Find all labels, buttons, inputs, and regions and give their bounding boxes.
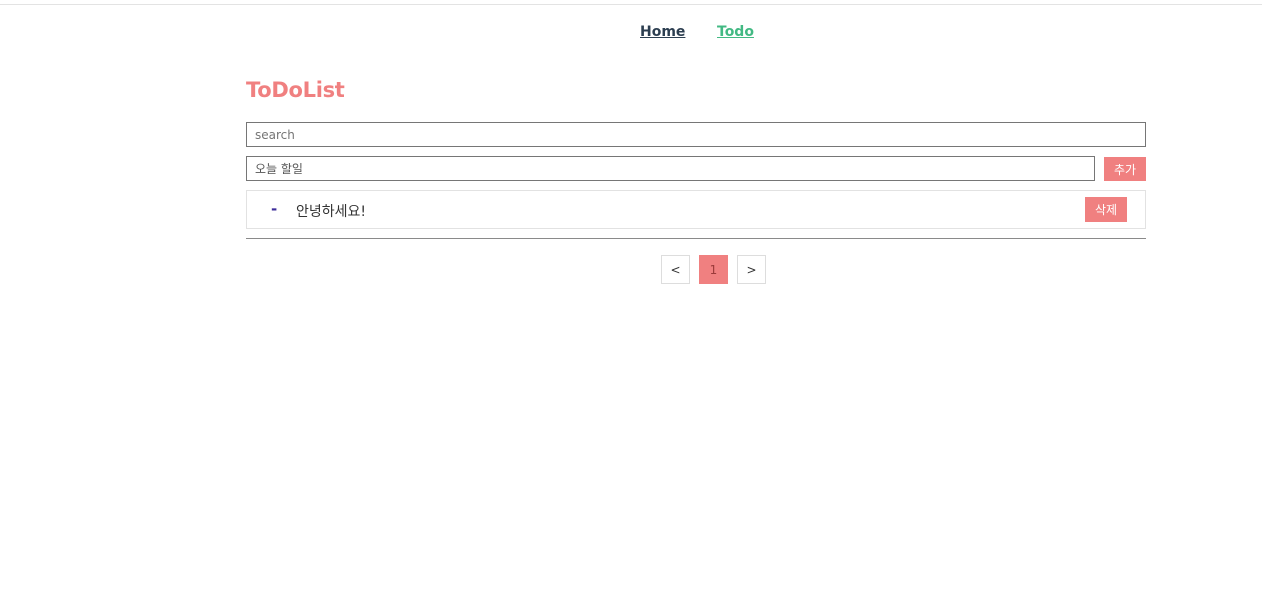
top-divider	[0, 4, 1262, 5]
todo-text: 안녕하세요!	[296, 204, 367, 220]
todo-marker: -	[271, 200, 278, 218]
search-input[interactable]	[246, 122, 1146, 147]
prev-page-button[interactable]: <	[661, 255, 690, 284]
new-todo-input[interactable]	[246, 156, 1095, 181]
todo-list: - 안녕하세요! 삭제	[246, 190, 1146, 229]
delete-todo-button[interactable]: 삭제	[1085, 197, 1127, 222]
nav-link-home[interactable]: Home	[640, 22, 685, 42]
pagination: < 1 >	[0, 255, 1262, 284]
todo-item: - 안녕하세요! 삭제	[246, 190, 1146, 229]
main-nav: Home Todo	[0, 22, 1262, 44]
page-title: ToDoList	[246, 78, 345, 102]
next-page-button[interactable]: >	[737, 255, 766, 284]
nav-link-todo[interactable]: Todo	[717, 22, 754, 42]
list-divider	[246, 238, 1146, 239]
page-1-button[interactable]: 1	[699, 255, 728, 284]
add-todo-button[interactable]: 추가	[1104, 157, 1146, 181]
